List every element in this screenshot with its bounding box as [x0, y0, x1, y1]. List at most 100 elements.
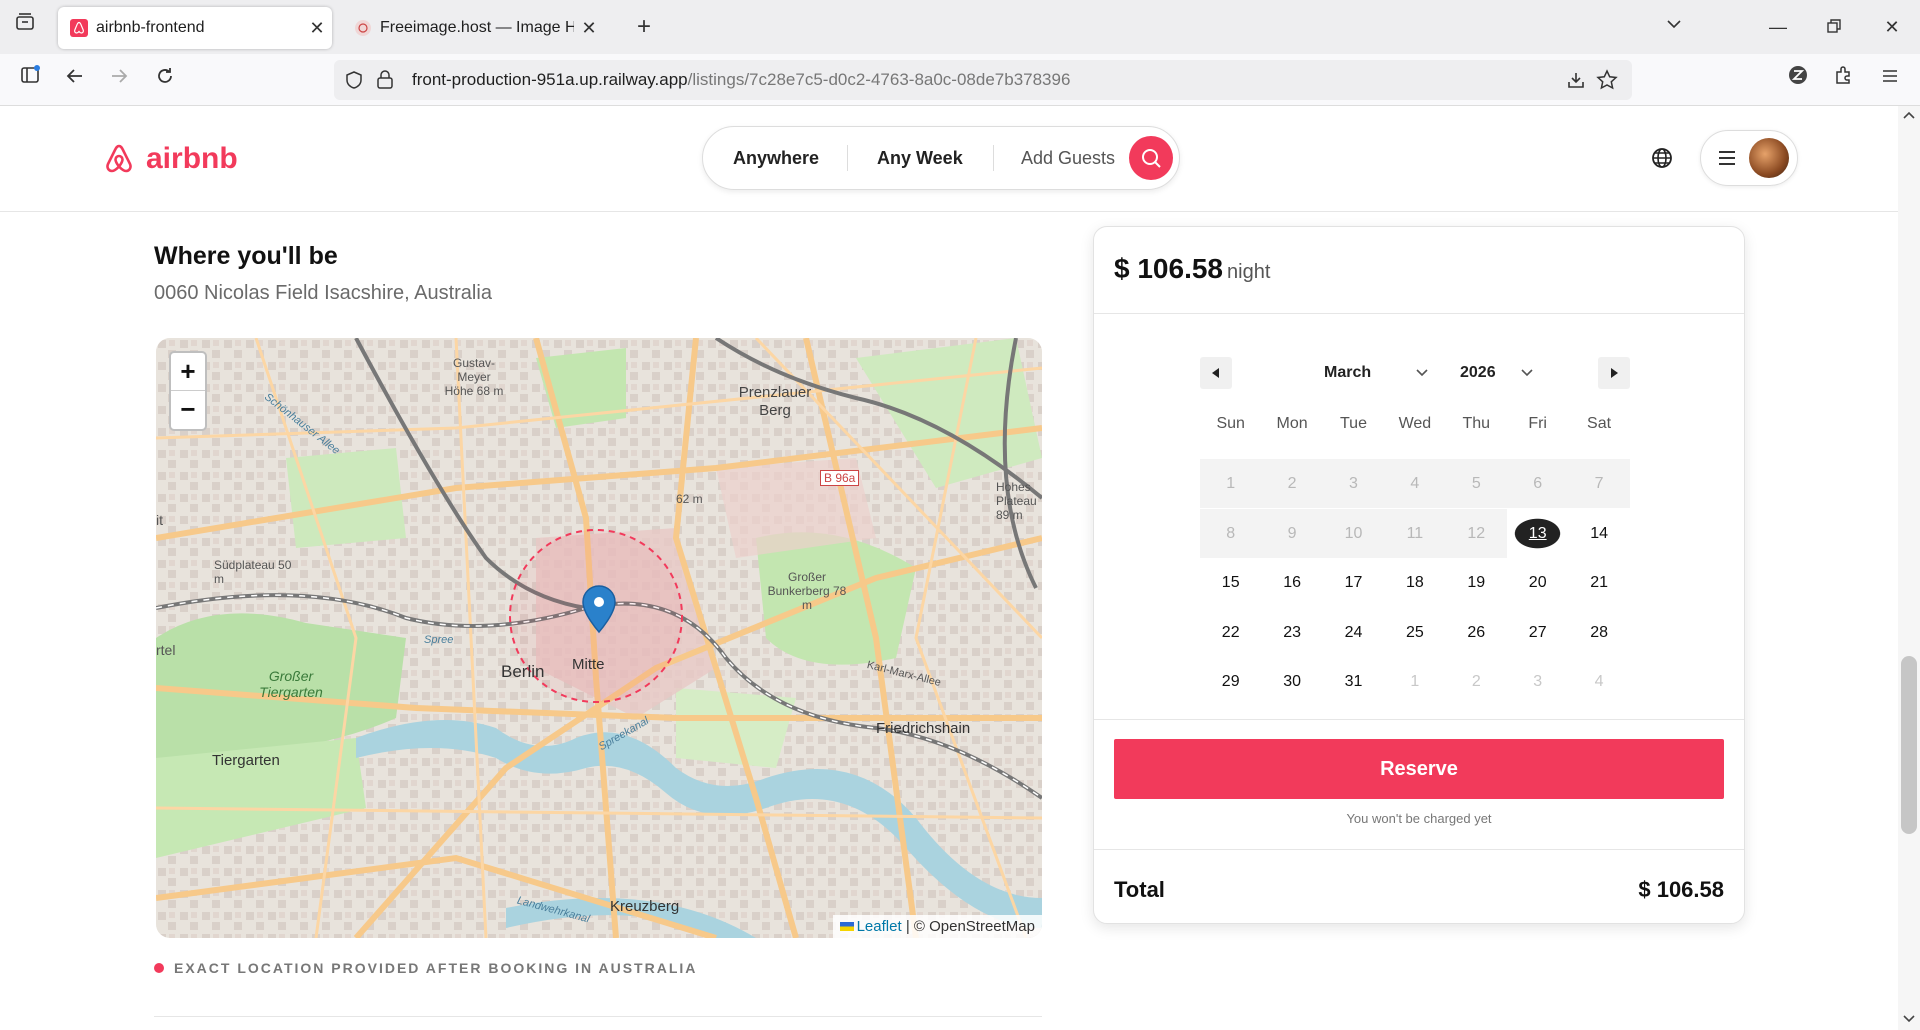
osm-attribution[interactable]: | © OpenStreetMap	[906, 918, 1035, 935]
site-header: airbnb Anywhere Any Week Add Guests	[0, 106, 1898, 212]
price-unit: night	[1227, 261, 1271, 283]
price-value: $ 106.58	[1114, 253, 1223, 284]
calendar-day[interactable]: 19	[1446, 558, 1507, 607]
close-tab-icon[interactable]: ✕	[302, 18, 332, 39]
calendar-day[interactable]: 29	[1200, 657, 1261, 706]
page-content: airbnb Anywhere Any Week Add Guests Wher…	[0, 106, 1898, 1030]
search-separator	[847, 145, 848, 171]
ukraine-flag-icon	[839, 922, 854, 931]
calendar-day[interactable]: 31	[1323, 657, 1384, 706]
weekday-label: Thu	[1462, 415, 1491, 432]
card-divider	[1094, 313, 1744, 314]
restore-icon[interactable]	[1816, 11, 1852, 43]
calendar-day[interactable]: 28	[1568, 608, 1629, 657]
calendar-day[interactable]: 16	[1261, 558, 1322, 607]
weekday-label: Mon	[1276, 415, 1308, 432]
search-bar[interactable]: Anywhere Any Week Add Guests	[702, 126, 1180, 190]
url-host: front-production-951a.up.railway.app	[412, 70, 688, 89]
map-tiles[interactable]	[156, 338, 1042, 938]
listing-address: 0060 Nicolas Field Isacshire, Australia	[154, 282, 492, 304]
calendar-day-disabled: 4	[1384, 459, 1446, 508]
search-anywhere[interactable]: Anywhere	[733, 127, 819, 189]
calendar-day[interactable]: 18	[1384, 558, 1445, 607]
next-month-button[interactable]	[1598, 357, 1630, 389]
scrollbar-thumb[interactable]	[1901, 656, 1917, 834]
section-title: Where you'll be	[154, 242, 338, 270]
calendar-day-disabled: 8	[1200, 508, 1262, 558]
section-divider	[154, 1016, 1042, 1017]
calendar-day[interactable]: 20	[1507, 558, 1568, 607]
card-divider	[1094, 719, 1744, 720]
reload-icon[interactable]	[147, 64, 183, 96]
tab-list-chevron-icon[interactable]	[1656, 11, 1692, 43]
extensions-icon[interactable]	[1826, 64, 1862, 96]
weekday-label: Sun	[1216, 415, 1245, 432]
forward-icon[interactable]	[101, 64, 137, 96]
calendar-day[interactable]: 24	[1323, 608, 1384, 657]
calendar-day[interactable]: 27	[1507, 608, 1568, 657]
search-add-guests[interactable]: Add Guests	[1021, 127, 1115, 189]
close-tab-icon[interactable]: ✕	[574, 18, 604, 39]
weekday-label: Tue	[1339, 415, 1367, 432]
user-menu-button[interactable]	[1700, 130, 1798, 186]
sidebar-icon[interactable]	[12, 64, 48, 96]
map-zoom-control: + −	[169, 351, 207, 431]
calendar-day[interactable]: 14	[1568, 509, 1629, 558]
logo-text: airbnb	[146, 142, 238, 175]
prev-month-button[interactable]	[1200, 357, 1232, 389]
scroll-down-icon[interactable]	[1902, 1014, 1916, 1024]
shield-icon[interactable]	[344, 70, 364, 90]
calendar-day[interactable]: 26	[1446, 608, 1507, 657]
tab-overview-icon[interactable]	[7, 11, 43, 43]
weekday-label: Fri	[1528, 415, 1547, 432]
tab-airbnb-frontend[interactable]: airbnb-frontend ✕	[58, 7, 332, 49]
calendar-day-outside: 3	[1533, 673, 1543, 691]
globe-icon[interactable]	[1650, 146, 1674, 170]
zoom-out-button[interactable]: −	[171, 391, 205, 429]
airbnb-favicon-icon	[70, 19, 88, 37]
year-chevron-down-icon[interactable]	[1519, 365, 1535, 381]
calendar-day[interactable]: 21	[1568, 558, 1629, 607]
page-scrollbar[interactable]	[1898, 106, 1920, 1030]
app-menu-icon[interactable]	[1872, 64, 1908, 96]
account-z-icon[interactable]	[1780, 64, 1816, 96]
url-path: /listings/7c28e7c5-d0c2-4763-8a0c-08de7b…	[687, 70, 1071, 89]
lock-icon[interactable]	[376, 70, 394, 90]
bookmark-star-icon[interactable]	[1596, 69, 1618, 91]
scroll-up-icon[interactable]	[1902, 110, 1916, 120]
calendar-day[interactable]: 17	[1323, 558, 1384, 607]
search-button[interactable]	[1129, 136, 1173, 180]
month-chevron-down-icon[interactable]	[1414, 365, 1430, 381]
calendar-day-disabled: 3	[1322, 459, 1385, 508]
zoom-in-button[interactable]: +	[171, 353, 205, 391]
month-select[interactable]: March	[1324, 357, 1371, 389]
address-bar[interactable]: front-production-951a.up.railway.app/lis…	[334, 60, 1632, 100]
calendar-day[interactable]: 15	[1200, 558, 1261, 607]
reserve-button[interactable]: Reserve	[1114, 739, 1724, 799]
new-tab-icon[interactable]: +	[626, 11, 662, 43]
location-map[interactable]: Gustav-Meyer Höhe 68 m Prenzlauer Berg B…	[156, 338, 1042, 938]
year-select[interactable]: 2026	[1460, 357, 1496, 389]
leaflet-link[interactable]: Leaflet	[857, 918, 902, 935]
search-any-week[interactable]: Any Week	[877, 127, 963, 189]
back-icon[interactable]	[57, 64, 93, 96]
calendar-day[interactable]: 25	[1384, 608, 1445, 657]
map-attribution: Leaflet | © OpenStreetMap	[832, 915, 1042, 938]
calendar-day-today[interactable]: 13	[1507, 508, 1569, 558]
weekday-label: Wed	[1398, 415, 1432, 432]
calendar-day[interactable]: 22	[1200, 608, 1261, 657]
calendar-day-outside: 1	[1410, 673, 1420, 691]
close-window-icon[interactable]: ✕	[1874, 11, 1910, 43]
tab-freeimage[interactable]: Freeimage.host — Image Hostin ✕	[342, 7, 604, 49]
calendar-day-disabled: 7	[1568, 459, 1630, 508]
calendar-day[interactable]: 23	[1261, 608, 1322, 657]
minimize-icon[interactable]: —	[1760, 11, 1796, 43]
search-separator	[993, 145, 994, 171]
download-page-icon[interactable]	[1566, 70, 1586, 90]
calendar-day[interactable]: 30	[1261, 657, 1322, 706]
airbnb-logo[interactable]: airbnb	[102, 142, 238, 176]
calendar-day-disabled: 2	[1261, 459, 1323, 508]
calendar-day-disabled: 1	[1200, 459, 1262, 508]
tab-title: airbnb-frontend	[96, 19, 205, 36]
search-icon	[1142, 149, 1161, 168]
